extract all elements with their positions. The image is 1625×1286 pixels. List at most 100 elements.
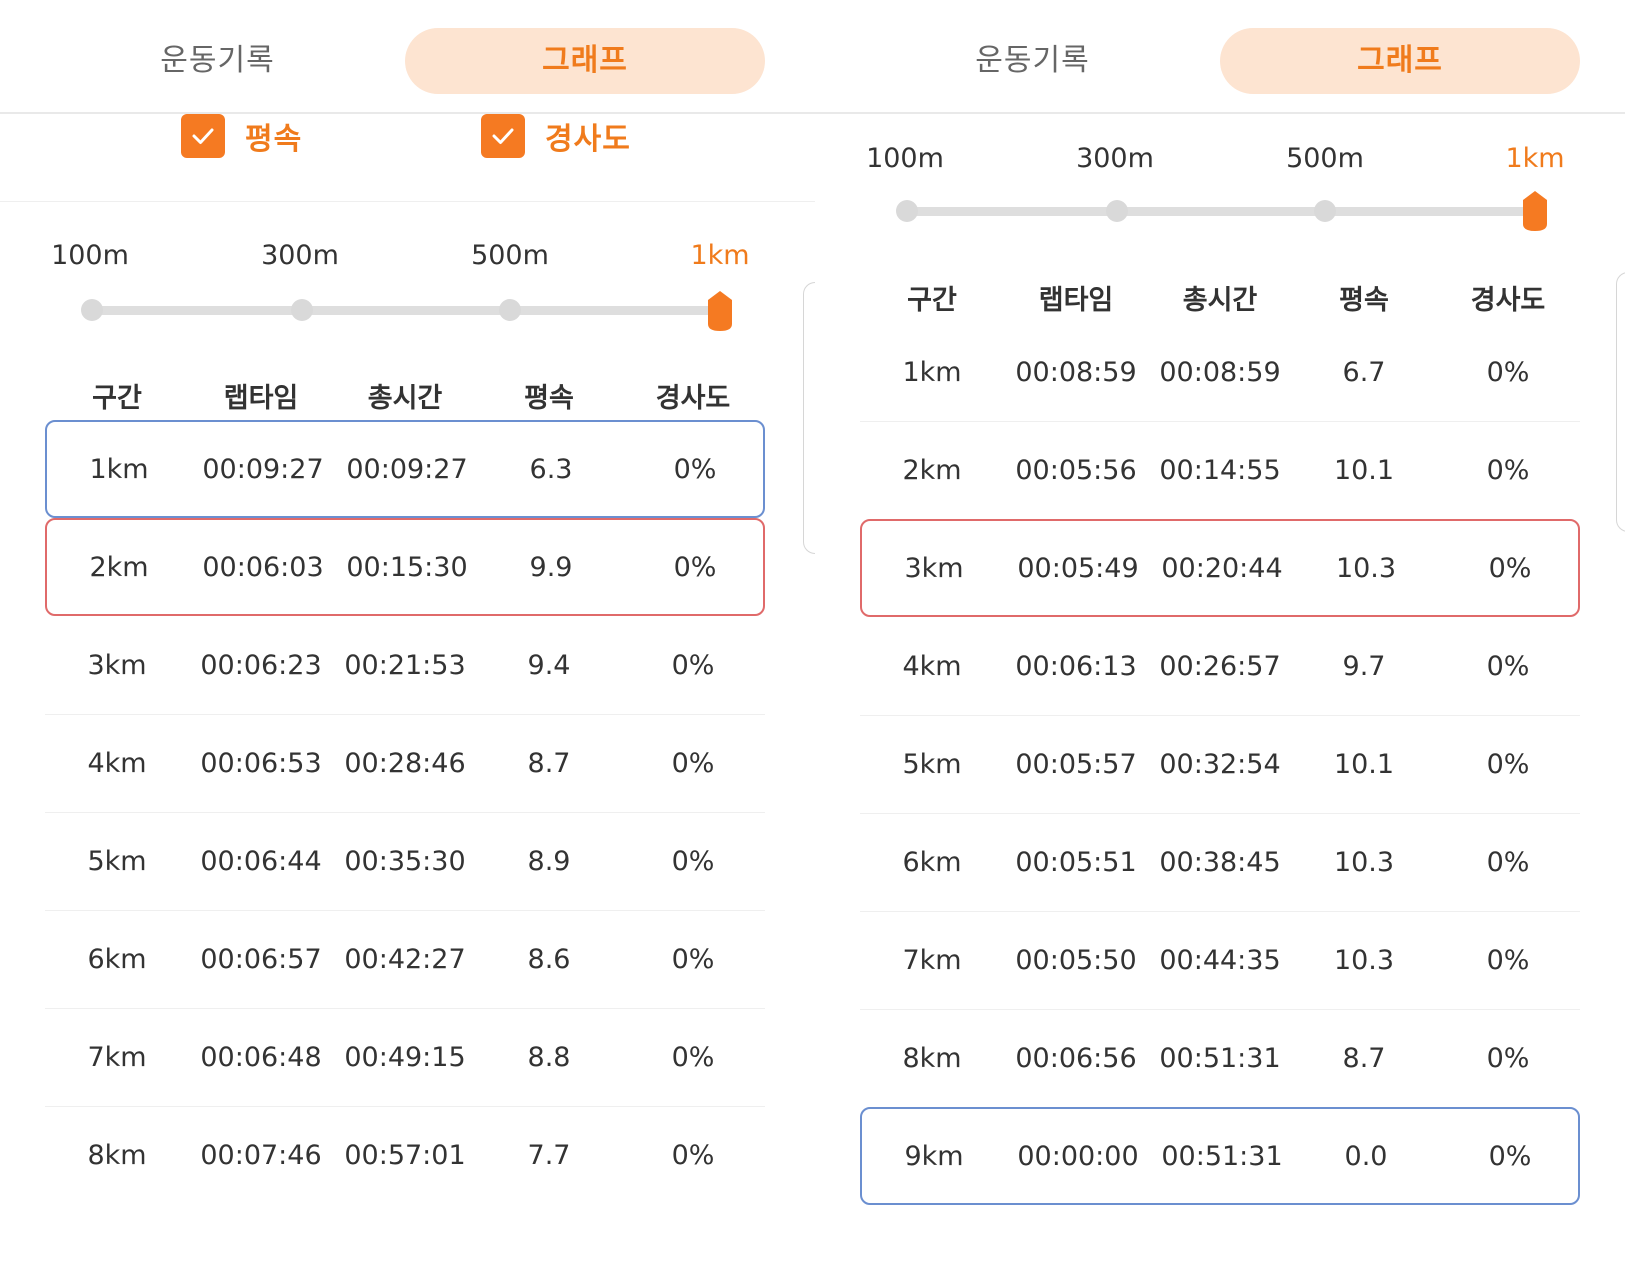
cell-total-time: 00:21:53 xyxy=(344,649,466,681)
slider-stop-300m[interactable] xyxy=(291,299,313,321)
next-panel-edge xyxy=(803,282,815,554)
cell-total-time: 00:28:46 xyxy=(344,747,466,779)
tab-graph[interactable]: 그래프 xyxy=(1220,28,1580,94)
interval-option-1km[interactable]: 1km xyxy=(1475,143,1595,174)
cell-total-time: 00:51:31 xyxy=(1159,1042,1281,1074)
header-slope: 경사도 xyxy=(1470,284,1546,316)
cell-laptime: 00:06:13 xyxy=(1015,650,1137,682)
cell-laptime: 00:06:23 xyxy=(200,649,322,681)
cell-laptime: 00:09:27 xyxy=(202,453,324,485)
cell-laptime: 00:06:56 xyxy=(1015,1042,1137,1074)
table-row[interactable]: 5km 00:05:57 00:32:54 10.1 0% xyxy=(860,715,1580,813)
cell-section: 2km xyxy=(902,454,962,486)
cell-avg-speed: 8.8 xyxy=(527,1041,571,1073)
cell-avg-speed: 9.7 xyxy=(1342,650,1386,682)
cell-section: 7km xyxy=(902,944,962,976)
cell-slope: 0% xyxy=(671,649,715,681)
cell-section: 6km xyxy=(902,846,962,878)
cell-laptime: 00:06:48 xyxy=(200,1041,322,1073)
cell-section: 5km xyxy=(87,845,147,877)
slider-stop-500m[interactable] xyxy=(1314,200,1336,222)
header-total-time: 총시간 xyxy=(367,382,443,414)
filter-speed[interactable]: 평속 xyxy=(181,113,302,159)
table-row[interactable]: 4km 00:06:53 00:28:46 8.7 0% xyxy=(45,714,765,812)
table-header: 구간 랩타임 총시간 평속 경사도 xyxy=(860,272,1580,322)
cell-total-time: 00:09:27 xyxy=(346,453,468,485)
table-row[interactable]: 5km 00:06:44 00:35:30 8.9 0% xyxy=(45,812,765,910)
interval-option-300m[interactable]: 300m xyxy=(240,240,360,271)
cell-section: 4km xyxy=(902,650,962,682)
cell-avg-speed: 10.3 xyxy=(1335,552,1397,584)
table-row[interactable]: 6km 00:05:51 00:38:45 10.3 0% xyxy=(860,813,1580,911)
cell-slope: 0% xyxy=(1488,1140,1532,1172)
cell-slope: 0% xyxy=(1486,1042,1530,1074)
header-total-time: 총시간 xyxy=(1182,284,1258,316)
filter-slope[interactable]: 경사도 xyxy=(481,113,631,159)
cell-total-time: 00:57:01 xyxy=(344,1139,466,1171)
cell-laptime: 00:05:50 xyxy=(1015,944,1137,976)
cell-section: 2km xyxy=(89,551,149,583)
table-row[interactable]: 6km 00:06:57 00:42:27 8.6 0% xyxy=(45,910,765,1008)
cell-laptime: 00:05:57 xyxy=(1015,748,1137,780)
header-laptime: 랩타임 xyxy=(1038,284,1114,316)
filter-slope-label: 경사도 xyxy=(545,122,631,157)
slider-stop-300m[interactable] xyxy=(1106,200,1128,222)
filter-speed-label: 평속 xyxy=(245,122,303,157)
cell-slope: 0% xyxy=(671,943,715,975)
slider-stop-500m[interactable] xyxy=(499,299,521,321)
cell-total-time: 00:44:35 xyxy=(1159,944,1281,976)
cell-total-time: 00:15:30 xyxy=(346,551,468,583)
cell-slope: 0% xyxy=(1488,552,1532,584)
tab-graph[interactable]: 그래프 xyxy=(405,28,765,94)
cell-section: 3km xyxy=(904,552,964,584)
check-icon[interactable] xyxy=(181,114,225,158)
interval-slider-track[interactable] xyxy=(907,207,1535,216)
cell-section: 6km xyxy=(87,943,147,975)
filter-divider xyxy=(0,201,815,202)
table-row[interactable]: 2km 00:05:56 00:14:55 10.1 0% xyxy=(860,421,1580,519)
cell-section: 8km xyxy=(87,1139,147,1171)
table-row[interactable]: 8km 00:06:56 00:51:31 8.7 0% xyxy=(860,1009,1580,1107)
table-row[interactable]: 7km 00:05:50 00:44:35 10.3 0% xyxy=(860,911,1580,1009)
table-row[interactable]: 7km 00:06:48 00:49:15 8.8 0% xyxy=(45,1008,765,1106)
slider-stop-100m[interactable] xyxy=(896,200,918,222)
table-row[interactable]: 1km 00:09:27 00:09:27 6.3 0% xyxy=(45,420,765,518)
interval-option-500m[interactable]: 500m xyxy=(450,240,570,271)
cell-slope: 0% xyxy=(1486,748,1530,780)
tab-exercise-record[interactable]: 운동기록 xyxy=(55,28,380,94)
left-panel: 운동기록 그래프 평속 경사도 100m 300m 500m 1km 구간 랩타… xyxy=(0,0,815,1286)
table-row[interactable]: 3km 00:05:49 00:20:44 10.3 0% xyxy=(860,519,1580,617)
interval-option-100m[interactable]: 100m xyxy=(845,143,965,174)
interval-option-100m[interactable]: 100m xyxy=(30,240,150,271)
cell-avg-speed: 6.3 xyxy=(529,453,573,485)
slider-stop-100m[interactable] xyxy=(81,299,103,321)
cell-slope: 0% xyxy=(671,1041,715,1073)
next-panel-edge xyxy=(1616,272,1625,532)
cell-laptime: 00:06:44 xyxy=(200,845,322,877)
cell-laptime: 00:00:00 xyxy=(1017,1140,1139,1172)
interval-slider-track[interactable] xyxy=(92,306,720,315)
cell-avg-speed: 8.9 xyxy=(527,845,571,877)
slider-thumb-icon[interactable] xyxy=(707,290,733,332)
table-row[interactable]: 2km 00:06:03 00:15:30 9.9 0% xyxy=(45,518,765,616)
cell-avg-speed: 9.4 xyxy=(527,649,571,681)
slider-thumb-icon[interactable] xyxy=(1522,190,1548,232)
interval-option-500m[interactable]: 500m xyxy=(1265,143,1385,174)
cell-laptime: 00:06:57 xyxy=(200,943,322,975)
cell-slope: 0% xyxy=(671,1139,715,1171)
table-row[interactable]: 8km 00:07:46 00:57:01 7.7 0% xyxy=(45,1106,765,1204)
cell-slope: 0% xyxy=(1486,944,1530,976)
header-avg-speed: 평속 xyxy=(1339,284,1389,316)
table-row[interactable]: 9km 00:00:00 00:51:31 0.0 0% xyxy=(860,1107,1580,1205)
table-row[interactable]: 3km 00:06:23 00:21:53 9.4 0% xyxy=(45,616,765,714)
cell-slope: 0% xyxy=(1486,846,1530,878)
header-section: 구간 xyxy=(907,284,957,316)
interval-option-300m[interactable]: 300m xyxy=(1055,143,1175,174)
interval-option-1km[interactable]: 1km xyxy=(660,240,780,271)
table-row[interactable]: 1km 00:08:59 00:08:59 6.7 0% xyxy=(860,323,1580,421)
check-icon[interactable] xyxy=(481,114,525,158)
tab-divider xyxy=(815,112,1625,114)
table-row[interactable]: 4km 00:06:13 00:26:57 9.7 0% xyxy=(860,617,1580,715)
cell-avg-speed: 10.3 xyxy=(1333,944,1395,976)
tab-exercise-record[interactable]: 운동기록 xyxy=(870,28,1195,94)
